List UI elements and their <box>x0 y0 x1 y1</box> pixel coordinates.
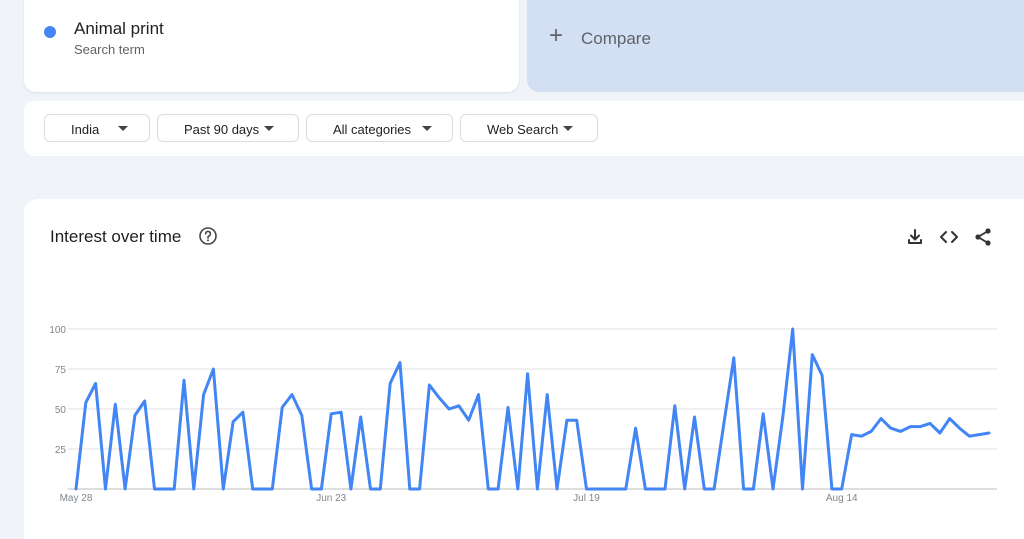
chevron-down-icon <box>264 126 274 131</box>
chevron-down-icon <box>118 126 128 131</box>
search-type-filter-dropdown[interactable]: Web Search <box>460 114 598 142</box>
search-type-filter-label: Web Search <box>487 122 559 137</box>
x-tick-label: May 28 <box>60 493 93 504</box>
plus-icon: + <box>549 22 564 49</box>
region-filter-label: India <box>71 122 100 137</box>
category-filter-dropdown[interactable]: All categories <box>306 114 453 142</box>
compare-label: Compare <box>581 29 651 48</box>
y-tick-label: 25 <box>55 445 67 456</box>
y-tick-label: 50 <box>55 405 67 416</box>
category-filter-label: All categories <box>333 122 412 137</box>
x-tick-label: Jun 23 <box>316 493 346 504</box>
search-term-name[interactable]: Animal print <box>74 19 164 39</box>
chevron-down-icon <box>563 126 573 131</box>
interest-line-chart[interactable]: 100 75 50 25 May 28 Jun 23 Jul 19 Aug 14 <box>24 199 1024 521</box>
time-range-filter-dropdown[interactable]: Past 90 days <box>157 114 299 142</box>
x-tick-label: Jul 19 <box>573 493 600 504</box>
x-tick-label: Aug 14 <box>826 493 858 504</box>
y-tick-label: 75 <box>55 365 67 376</box>
region-filter-dropdown[interactable]: India <box>44 114 150 142</box>
search-term-card[interactable]: Animal print Search term <box>24 0 519 92</box>
compare-button[interactable]: + Compare <box>527 0 1024 92</box>
time-range-filter-label: Past 90 days <box>184 122 260 137</box>
search-term-subtitle: Search term <box>74 42 145 57</box>
series-color-dot <box>44 26 56 38</box>
filter-bar: India Past 90 days All categories Web Se… <box>24 101 1024 156</box>
y-tick-label: 100 <box>49 325 66 336</box>
chevron-down-icon <box>422 126 432 131</box>
interest-over-time-card: Interest over time 100 75 50 25 May 28 Jun 23… <box>24 199 1024 539</box>
